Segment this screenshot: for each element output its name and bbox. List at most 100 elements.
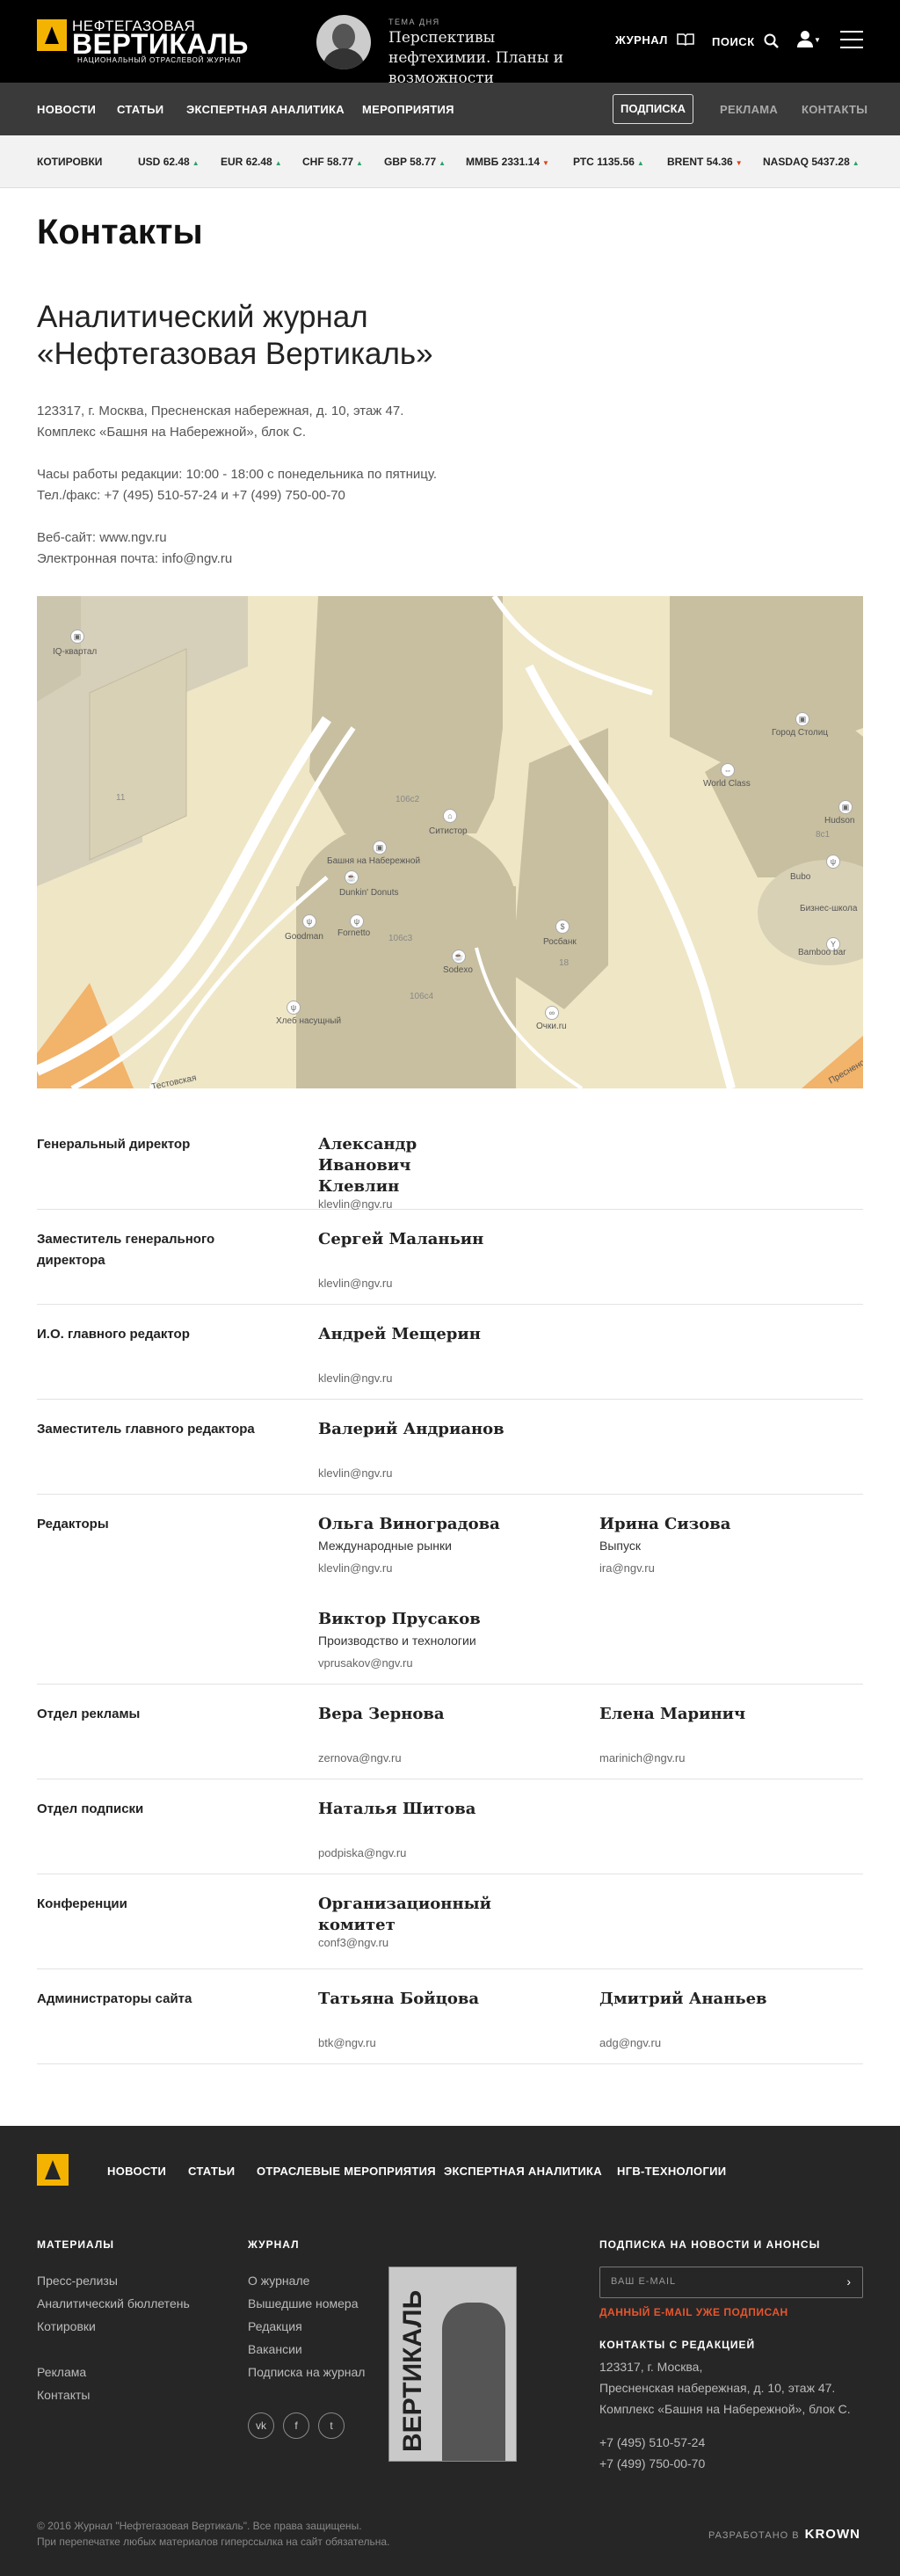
quote-value: 58.77 <box>327 156 354 168</box>
footer-nav-analytics[interactable]: ЭКСПЕРТНАЯ АНАЛИТИКА <box>444 2165 602 2178</box>
bank-icon[interactable]: $ <box>555 920 570 934</box>
quote-usd[interactable]: USD 62.48 ▲ <box>138 156 200 168</box>
logo-tagline: НАЦИОНАЛЬНЫЙ ОТРАСЛЕВОЙ ЖУРНАЛ <box>77 56 242 64</box>
contact-row: Конференции Организационный комитет conf3@… <box>37 1874 863 1969</box>
journal-heading: ЖУРНАЛ <box>248 2238 300 2251</box>
footer-link-editorial[interactable]: Редакция <box>248 2319 302 2333</box>
site-header: НЕФТЕГАЗОВАЯ ВЕРТИКАЛЬ НАЦИОНАЛЬНЫЙ ОТРА… <box>0 0 900 87</box>
contact-email[interactable]: marinich@ngv.ru <box>599 1751 837 1765</box>
quote-chf[interactable]: CHF 58.77 ▲ <box>302 156 363 168</box>
contact-name: Наталья Шитова <box>318 1800 476 1818</box>
footer-phone2[interactable]: +7 (499) 750-00-70 <box>599 2456 705 2470</box>
cover-photo <box>442 2303 505 2461</box>
contact-desc <box>318 1728 555 1746</box>
restaurant-icon[interactable]: ψ <box>287 1001 301 1015</box>
optics-icon[interactable]: ∞ <box>545 1006 559 1020</box>
contact-name: Елена Маринич <box>599 1705 746 1723</box>
nav-ads[interactable]: РЕКЛАМА <box>720 103 778 116</box>
contact-email[interactable]: zernova@ngv.ru <box>318 1751 555 1765</box>
cafe-icon[interactable]: ☕ <box>452 950 466 964</box>
contact-email[interactable]: klevlin@ngv.ru <box>318 1561 555 1575</box>
footer-link-subscribe[interactable]: Подписка на журнал <box>248 2365 365 2379</box>
footer-link-press[interactable]: Пресс-релизы <box>37 2274 118 2288</box>
nav-analytics[interactable]: ЭКСПЕРТНАЯ АНАЛИТИКА <box>186 103 345 116</box>
contact-email: Электронная почта: info@ngv.ru <box>37 551 233 566</box>
journal-link[interactable]: ЖУРНАЛ <box>615 33 694 47</box>
quote-micex[interactable]: ММВБ 2331.14 ▼ <box>466 156 549 168</box>
contact-email[interactable]: vprusakov@ngv.ru <box>318 1656 555 1670</box>
location-map[interactable]: ▣ IQ-квартал ▣ Город Столиц ⇔ World Clas… <box>37 596 863 1088</box>
nav-news[interactable]: НОВОСТИ <box>37 103 96 116</box>
contact-email[interactable]: conf3@ngv.ru <box>318 1936 555 1949</box>
map-label-bubo: Bubo <box>790 872 811 882</box>
facebook-icon[interactable]: f <box>283 2412 309 2439</box>
contact-row: Генеральный директор Александр Иванович К… <box>37 1115 863 1211</box>
building-icon[interactable]: ▣ <box>838 800 853 814</box>
footer-link-contacts[interactable]: Контакты <box>37 2388 90 2402</box>
footer-logo-icon[interactable] <box>37 2154 69 2186</box>
contact-email[interactable]: podpiska@ngv.ru <box>318 1846 555 1859</box>
nav-events[interactable]: МЕРОПРИЯТИЯ <box>362 103 454 116</box>
topic-avatar[interactable] <box>316 15 371 69</box>
twitter-icon[interactable]: t <box>318 2412 345 2439</box>
map-label-citistore: Ситистор <box>429 826 468 836</box>
arrow-right-icon[interactable]: › <box>846 2274 852 2289</box>
developer-credit[interactable]: РАЗРАБОТАНО В KROWN <box>708 2527 860 2542</box>
contact-email[interactable]: adg@ngv.ru <box>599 2036 837 2049</box>
search-button[interactable]: ПОИСК <box>712 33 780 49</box>
cafe-icon[interactable]: ☕ <box>345 870 359 884</box>
contact-row: Отдел подписки Наталья Шитова podpiska@ngv… <box>37 1779 863 1874</box>
contact-desc <box>318 1823 555 1841</box>
user-menu-button[interactable]: ▼ <box>796 30 821 50</box>
quote-name: EUR <box>221 156 243 168</box>
phones: Тел./факс: +7 (495) 510-57-24 и +7 (499)… <box>37 488 345 503</box>
footer-nav-news[interactable]: НОВОСТИ <box>107 2165 166 2178</box>
footer-link-bulletin[interactable]: Аналитический бюллетень <box>37 2296 190 2310</box>
fitness-icon[interactable]: ⇔ <box>721 763 735 777</box>
menu-button[interactable] <box>840 31 863 48</box>
quote-gbp[interactable]: GBP 58.77 ▲ <box>384 156 446 168</box>
contact-email[interactable]: btk@ngv.ru <box>318 2036 555 2049</box>
nav-contacts[interactable]: КОНТАКТЫ <box>802 103 867 116</box>
quote-eur[interactable]: EUR 62.48 ▲ <box>221 156 282 168</box>
dev-name: KROWN <box>804 2527 860 2542</box>
building-icon[interactable]: ▣ <box>70 629 84 644</box>
map-label-worldclass: World Class <box>703 779 751 789</box>
journal-cover[interactable]: ВЕРТИКАЛЬ <box>388 2267 517 2462</box>
quote-value: 1135.56 <box>597 156 635 168</box>
footer-nav-tech[interactable]: НГВ-ТЕХНОЛОГИИ <box>617 2165 726 2178</box>
user-icon <box>797 31 813 47</box>
quote-brent[interactable]: BRENT 54.36 ▼ <box>667 156 743 168</box>
restaurant-icon[interactable]: ψ <box>302 914 316 928</box>
footer-link-quotes[interactable]: Котировки <box>37 2319 96 2333</box>
quote-nasdaq[interactable]: NASDAQ 5437.28 ▲ <box>763 156 860 168</box>
footer-phone1[interactable]: +7 (495) 510-57-24 <box>599 2435 705 2449</box>
contact-email[interactable]: klevlin@ngv.ru <box>318 1277 555 1290</box>
quote-rts[interactable]: РТС 1135.56 ▲ <box>573 156 644 168</box>
footer-nav-events[interactable]: ОТРАСЛЕВЫЕ МЕРОПРИЯТИЯ <box>257 2165 436 2178</box>
restaurant-icon[interactable]: ψ <box>350 914 364 928</box>
contact-email[interactable]: klevlin@ngv.ru <box>318 1372 555 1385</box>
building-icon[interactable]: ▣ <box>373 840 387 855</box>
contact-email[interactable]: klevlin@ngv.ru <box>318 1466 555 1480</box>
footer-link-issues[interactable]: Вышедшие номера <box>248 2296 359 2310</box>
vk-icon[interactable]: vk <box>248 2412 274 2439</box>
topic-label: ТЕМА ДНЯ <box>388 18 440 26</box>
shop-icon[interactable]: ⌂ <box>443 809 457 823</box>
website: Веб-сайт: www.ngv.ru <box>37 530 167 545</box>
contact-email[interactable]: ira@ngv.ru <box>599 1561 837 1575</box>
contact-name: Татьяна Бойцова <box>318 1990 480 2008</box>
topic-title-link[interactable]: Перспективы нефтехимии. Планы и возможно… <box>388 28 591 89</box>
nav-articles[interactable]: СТАТЬИ <box>117 103 163 116</box>
site-logo[interactable]: НЕФТЕГАЗОВАЯ ВЕРТИКАЛЬ НАЦИОНАЛЬНЫЙ ОТРА… <box>37 18 257 67</box>
footer-link-jobs[interactable]: Вакансии <box>248 2342 302 2356</box>
footer-nav-articles[interactable]: СТАТЬИ <box>188 2165 235 2178</box>
subscribe-button[interactable]: ПОДПИСКА <box>613 94 693 124</box>
email-input[interactable]: ВАШ E-MAIL › <box>599 2267 863 2298</box>
restaurant-icon[interactable]: ψ <box>826 855 840 869</box>
contact-name: Валерий Андрианов <box>318 1420 504 1438</box>
contact-email[interactable]: klevlin@ngv.ru <box>318 1197 555 1211</box>
footer-link-ads[interactable]: Реклама <box>37 2365 86 2379</box>
footer-link-about[interactable]: О журнале <box>248 2274 309 2288</box>
building-icon[interactable]: ▣ <box>795 712 809 726</box>
